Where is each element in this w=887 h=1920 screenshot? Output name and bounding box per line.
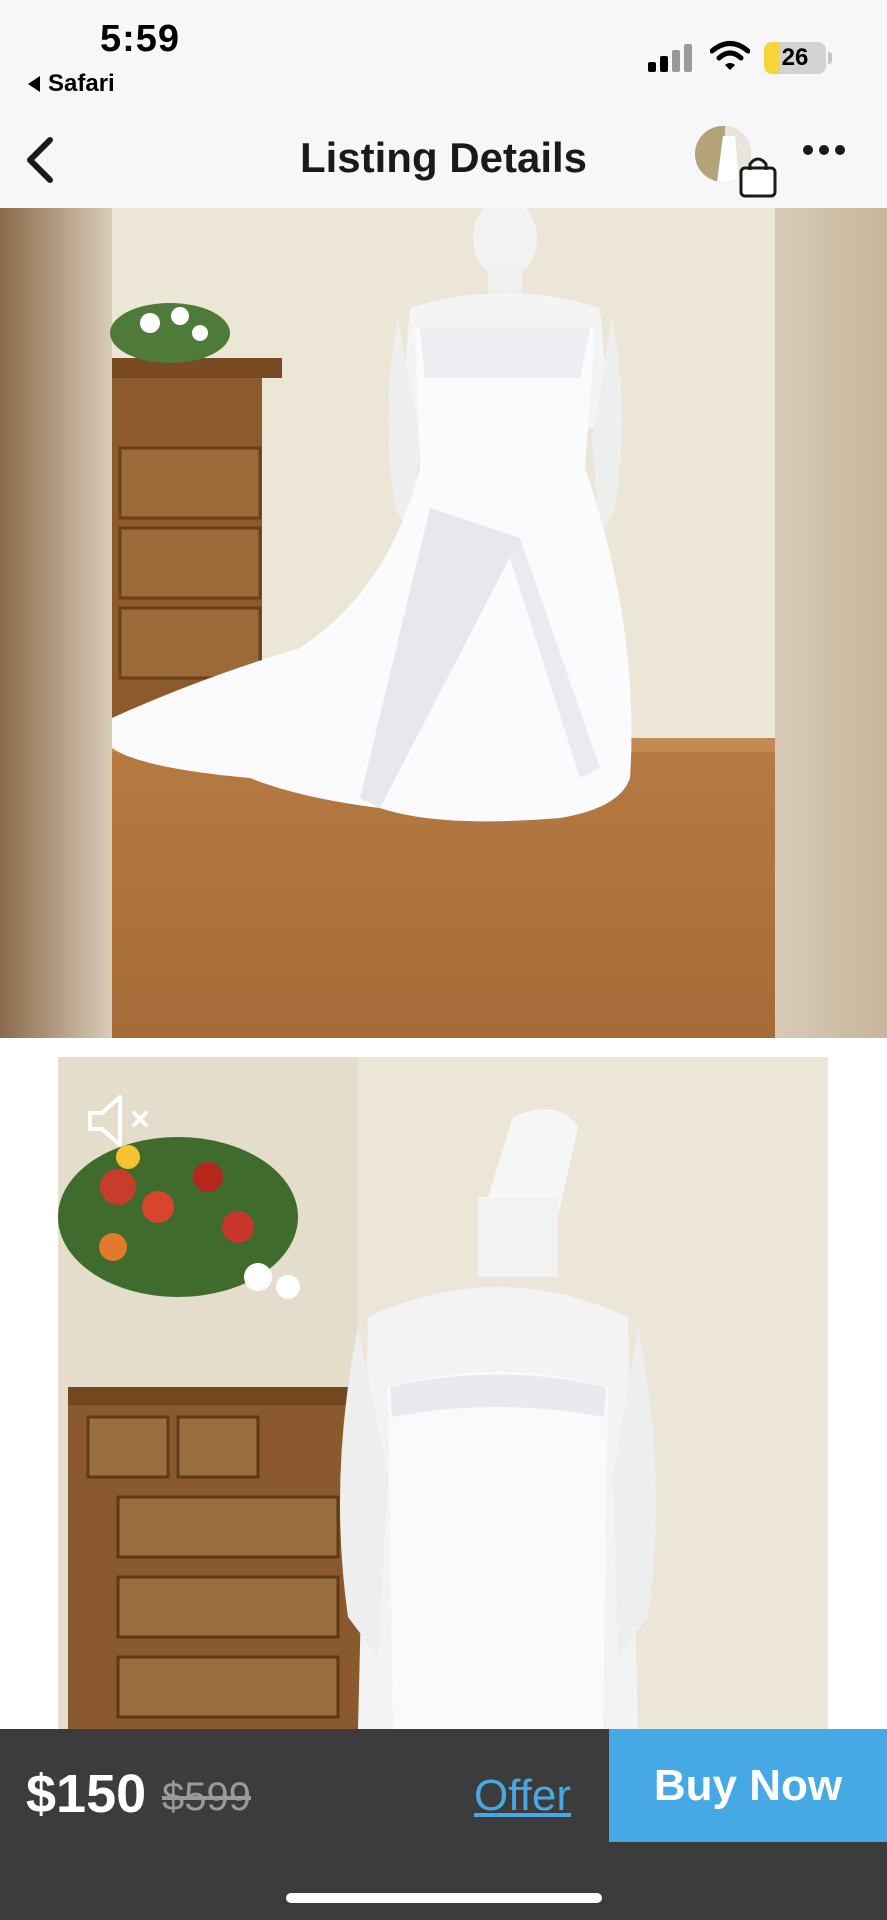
status-time: 5:59 [100,18,181,60]
back-to-safari-link[interactable]: Safari [28,70,115,98]
price: $150 [26,1764,147,1824]
battery-percentage: 26 [781,44,809,71]
signal-icon [648,44,692,72]
wifi-icon [710,41,750,70]
nav-header: Listing Details [0,110,887,208]
buy-now-button[interactable]: Buy Now [609,1729,887,1842]
listing-video-2[interactable] [58,1057,828,1729]
purchase-bar: $150 $599 Offer Buy Now [0,1729,887,1920]
offer-link[interactable]: Offer [474,1771,571,1821]
original-price: $599 [162,1775,251,1819]
status-bar: 5:59 Safari 26 [0,0,887,110]
more-icon[interactable] [800,140,848,160]
speaker-muted-icon[interactable] [86,1093,158,1149]
home-indicator[interactable] [286,1893,602,1903]
shopping-bag-icon[interactable] [738,154,778,198]
battery-icon: 26 [764,42,826,74]
back-triangle-icon [28,76,40,92]
battery-nub [828,52,832,64]
listing-photo-1[interactable] [0,208,887,1038]
back-app-label: Safari [48,70,115,97]
